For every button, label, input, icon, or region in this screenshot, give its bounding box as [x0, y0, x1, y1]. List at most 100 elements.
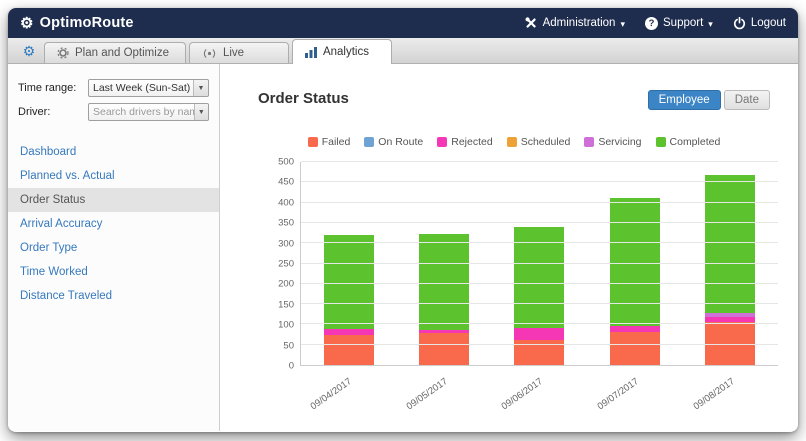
- brand-gear-icon: ⚙: [20, 14, 34, 32]
- legend-item-scheduled[interactable]: Scheduled: [506, 136, 570, 148]
- sidebar-item-distance-traveled[interactable]: Distance Traveled: [8, 284, 219, 308]
- employee-toggle-button[interactable]: Employee: [647, 90, 721, 110]
- driver-select[interactable]: Search drivers by nam ▼: [88, 103, 209, 121]
- x-axis-label: 09/07/2017: [595, 376, 641, 413]
- legend-label: Rejected: [451, 136, 493, 148]
- sidebar-item-dashboard[interactable]: Dashboard: [8, 140, 219, 164]
- bar-group: [323, 162, 374, 365]
- legend-label: Completed: [669, 136, 721, 148]
- logout-label: Logout: [750, 17, 786, 29]
- bar-group: [419, 162, 470, 365]
- stacked-bar[interactable]: [323, 162, 374, 365]
- gridline: [301, 161, 778, 162]
- sidebar-item-time-worked[interactable]: Time Worked: [8, 260, 219, 284]
- top-bar: ⚙ OptimoRoute Administration ▾ ? Support…: [8, 8, 798, 38]
- legend-item-servicing[interactable]: Servicing: [584, 136, 642, 148]
- chevron-down-icon: ▾: [708, 18, 713, 29]
- gridline: [301, 343, 778, 345]
- chart-bars: [301, 162, 778, 365]
- administration-label: Administration: [542, 17, 616, 29]
- y-axis-label: 50: [283, 340, 294, 352]
- legend-swatch: [437, 137, 448, 147]
- tab-label: Live: [222, 47, 245, 59]
- legend-swatch: [506, 137, 517, 147]
- y-axis-label: 250: [278, 258, 294, 270]
- y-axis-label: 400: [278, 197, 294, 209]
- bar-segment-failed[interactable]: [609, 331, 660, 365]
- bar-chart-icon: [304, 46, 317, 58]
- sidebar-item-arrival-accuracy[interactable]: Arrival Accuracy: [8, 212, 219, 236]
- legend-swatch: [307, 137, 318, 147]
- tab-plan-and-optimize[interactable]: Plan and Optimize: [44, 42, 186, 63]
- tab-analytics[interactable]: Analytics: [291, 39, 392, 64]
- x-axis-label: 09/06/2017: [500, 376, 546, 413]
- legend-item-rejected[interactable]: Rejected: [437, 136, 493, 148]
- date-toggle-button[interactable]: Date: [723, 90, 770, 110]
- gridline: [301, 181, 778, 183]
- legend-swatch: [584, 137, 595, 147]
- bar-segment-failed[interactable]: [323, 334, 374, 365]
- x-axis-label: 09/08/2017: [691, 376, 737, 413]
- time-range-select[interactable]: Last Week (Sun-Sat) ▼: [88, 79, 209, 97]
- bar-group: [705, 162, 756, 365]
- tab-live[interactable]: Live: [188, 42, 289, 63]
- y-axis-label: 150: [278, 299, 294, 311]
- brand-logo: ⚙ OptimoRoute: [20, 15, 134, 31]
- stacked-bar[interactable]: [609, 162, 660, 365]
- bar-segment-failed[interactable]: [419, 333, 470, 365]
- driver-row: Driver: Search drivers by nam ▼: [8, 100, 219, 124]
- chart-y-axis: 0 50 100 150 200 250 300 350 400 450 500: [264, 157, 298, 372]
- y-axis-label: 450: [278, 176, 294, 188]
- gridline: [301, 303, 778, 305]
- y-axis-label: 200: [278, 278, 294, 290]
- tab-label: Plan and Optimize: [75, 47, 169, 59]
- tab-label: Analytics: [322, 46, 369, 58]
- chevron-down-icon: ▼: [193, 104, 208, 120]
- tools-icon: [525, 17, 536, 28]
- x-axis-label: 09/04/2017: [308, 376, 355, 413]
- sidebar: Time range: Last Week (Sun-Sat) ▼ Driver…: [8, 64, 220, 431]
- y-axis-label: 300: [278, 238, 294, 250]
- legend-label: Failed: [321, 136, 351, 148]
- gridline: [301, 282, 778, 284]
- legend-item-on-route[interactable]: On Route: [364, 136, 423, 148]
- administration-menu[interactable]: Administration ▾: [524, 16, 625, 30]
- bar-segment-completed[interactable]: [705, 175, 756, 314]
- stacked-bar[interactable]: [705, 162, 756, 365]
- bar-segment-rejected[interactable]: [514, 328, 565, 340]
- gridline: [301, 221, 778, 223]
- help-icon: ?: [645, 16, 658, 30]
- stacked-bar[interactable]: [419, 162, 470, 365]
- plan-icon: [57, 47, 69, 59]
- power-icon: [733, 16, 745, 29]
- legend-item-failed[interactable]: Failed: [307, 136, 351, 148]
- time-range-label: Time range:: [18, 82, 77, 94]
- gridline: [301, 201, 778, 203]
- chart-x-axis: 09/04/2017 09/05/2017 09/06/2017 09/07/2017…: [300, 368, 778, 412]
- driver-label: Driver:: [18, 106, 51, 118]
- stacked-bar[interactable]: [514, 162, 565, 365]
- settings-gear-button[interactable]: ⚙: [14, 43, 44, 63]
- driver-placeholder: Search drivers by nam: [93, 106, 194, 118]
- view-toggle: Employee Date: [647, 90, 770, 110]
- y-axis-label: 100: [278, 319, 294, 331]
- brand-name: OptimoRoute: [39, 15, 134, 31]
- app-body: Time range: Last Week (Sun-Sat) ▼ Driver…: [8, 64, 798, 431]
- tab-bar: ⚙ Plan and Optimize Live Analytics: [8, 38, 798, 64]
- sidebar-item-planned-vs-actual[interactable]: Planned vs. Actual: [8, 164, 219, 188]
- chart-plot: [300, 161, 778, 366]
- x-axis-label: 09/05/2017: [404, 376, 450, 413]
- sidebar-item-order-type[interactable]: Order Type: [8, 236, 219, 260]
- live-broadcast-icon: [203, 48, 216, 58]
- time-range-value: Last Week (Sun-Sat): [93, 82, 191, 94]
- sidebar-item-order-status[interactable]: Order Status: [8, 188, 219, 212]
- support-menu[interactable]: ? Support ▾: [645, 16, 713, 30]
- time-range-row: Time range: Last Week (Sun-Sat) ▼: [8, 76, 219, 100]
- gridline: [301, 242, 778, 244]
- y-axis-label: 0: [288, 360, 294, 372]
- sidebar-nav: Dashboard Planned vs. Actual Order Status A…: [8, 140, 219, 308]
- logout-button[interactable]: Logout: [733, 16, 786, 30]
- chevron-down-icon: ▾: [620, 18, 625, 29]
- legend-item-completed[interactable]: Completed: [655, 136, 721, 148]
- order-status-chart: 0 50 100 150 200 250 300 350 400 450 500 09/04/201…: [264, 157, 778, 412]
